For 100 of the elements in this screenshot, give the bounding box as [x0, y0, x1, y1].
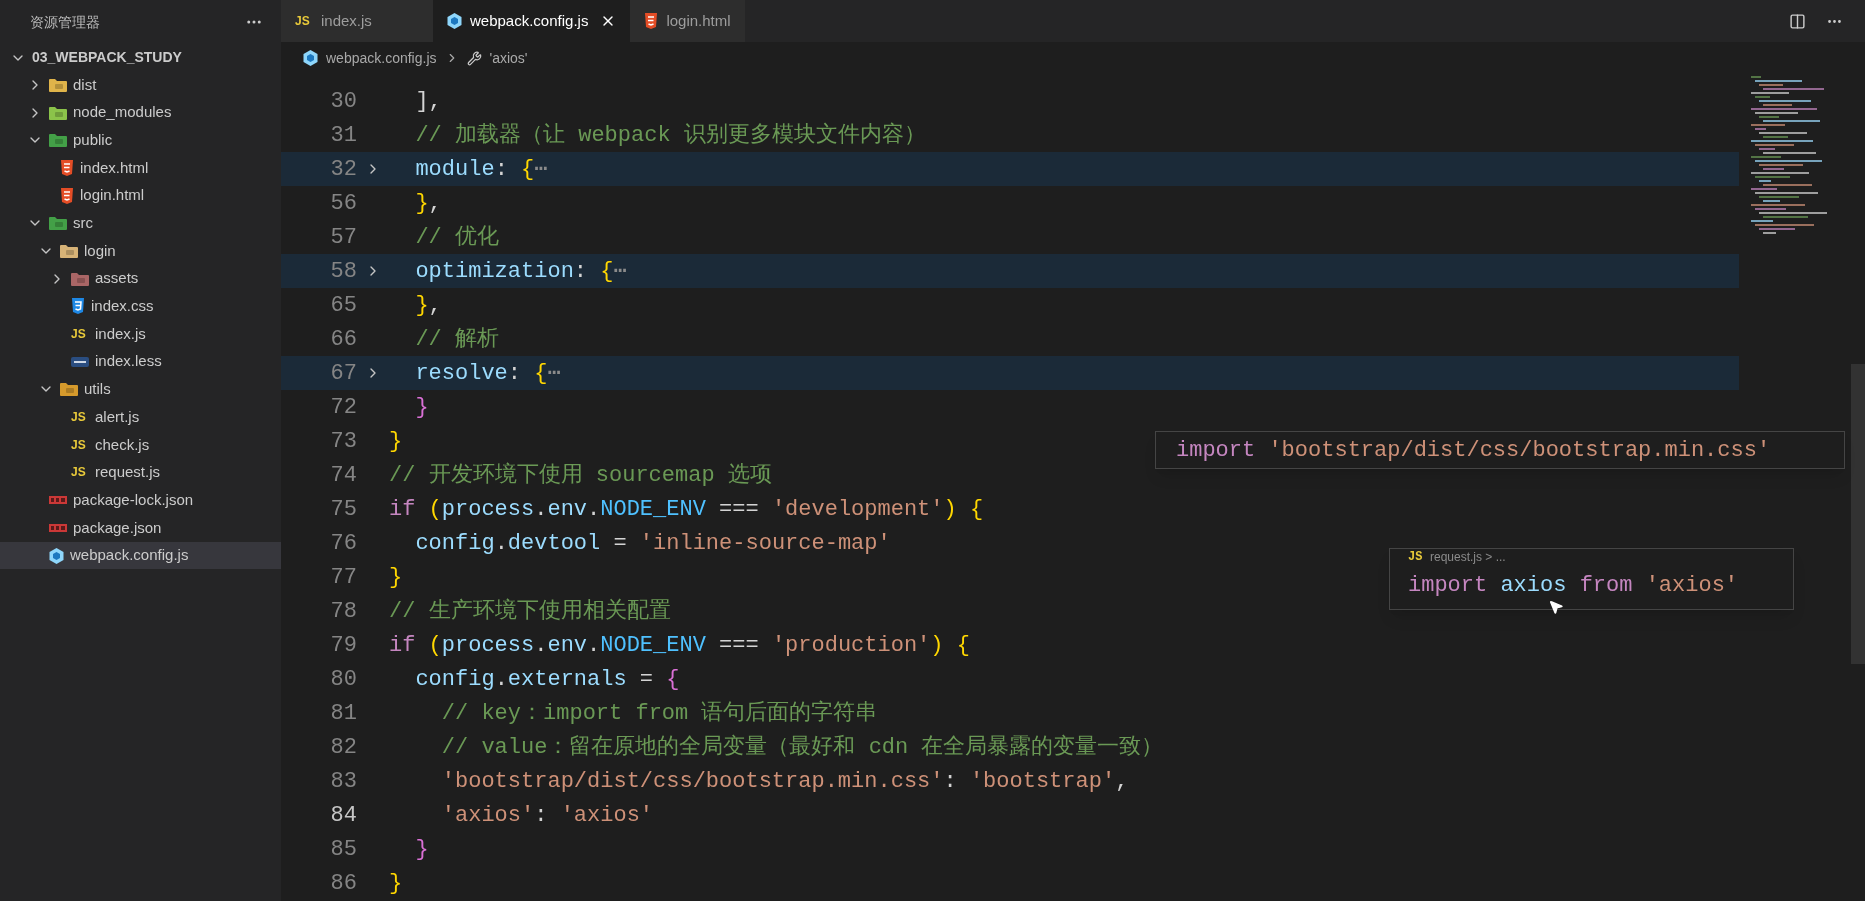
tree-item[interactable]: JS request.js: [0, 458, 281, 487]
js-file-icon: JS: [1408, 551, 1426, 563]
peek-header: request.js > ...: [1430, 549, 1506, 566]
code-line: }: [414, 835, 429, 864]
tree-item[interactable]: public: [0, 126, 281, 155]
hexagon-file-icon: [49, 547, 64, 564]
tree-item[interactable]: src: [0, 209, 281, 238]
js-file-icon: JS: [71, 411, 89, 424]
tree-item[interactable]: dist: [0, 71, 281, 99]
tree-item[interactable]: index.css: [0, 292, 281, 321]
tree-item-label: utils: [84, 379, 111, 400]
tree-item[interactable]: JS index.js: [0, 320, 281, 348]
tree-item[interactable]: package-lock.json: [0, 486, 281, 514]
code-line: // 解析: [414, 325, 499, 354]
code-line: ],: [414, 87, 442, 116]
tree-item-label: index.html: [80, 157, 149, 178]
js-file-icon: JS: [71, 466, 89, 479]
tree-item-label: assets: [95, 268, 139, 289]
wrench-icon: [466, 50, 482, 66]
code-line: import axios from 'axios': [1408, 574, 1739, 598]
js-file-icon: JS: [71, 438, 89, 451]
tree-item[interactable]: login: [0, 237, 281, 265]
explorer-title: 资源管理器: [30, 12, 100, 32]
line-number: 81: [329, 699, 357, 728]
html-file-icon: [60, 159, 74, 176]
folder-icon: [60, 243, 78, 258]
tree-item-label: index.css: [91, 296, 154, 317]
line-number: 86: [329, 869, 357, 898]
tree-item-label: package-lock.json: [73, 489, 194, 510]
line-number: 30: [329, 87, 357, 116]
line-number: 84: [329, 801, 357, 830]
line-number: 65: [329, 291, 357, 320]
tree-item[interactable]: 03_WEBPACK_STUDY: [0, 44, 281, 71]
line-number: 56: [329, 189, 357, 218]
npm-file-icon: [49, 523, 67, 532]
tree-item-label: src: [73, 213, 93, 234]
code-line: if (process.env.NODE_ENV === 'development') {: [389, 495, 984, 524]
tree-item-label: webpack.config.js: [70, 545, 189, 566]
editor-tab[interactable]: login.html: [630, 0, 745, 42]
code-line: 'axios': 'axios': [440, 801, 654, 830]
tree-item-label: node_modules: [73, 102, 172, 123]
line-number: 77: [329, 563, 357, 592]
mouse-cursor-icon: [1548, 599, 1564, 615]
line-number: 80: [329, 665, 357, 694]
tree-item-label: 03_WEBPACK_STUDY: [32, 48, 182, 67]
code-line: // 加载器（让 webpack 识别更多模块文件内容）: [414, 121, 926, 150]
breadcrumb-item[interactable]: webpack.config.js: [326, 47, 437, 69]
code-line: // 开发环境下使用 sourcemap 选项: [389, 461, 772, 490]
code-line: // value：留在原地的全局变量（最好和 cdn 在全局暴露的变量一致）: [440, 733, 1164, 762]
tree-item-label: login: [84, 240, 116, 261]
editor-tab[interactable]: webpack.config.js: [433, 0, 631, 42]
line-number: 57: [329, 223, 357, 252]
tree-item[interactable]: index.html: [0, 154, 281, 182]
hexagon-file-icon: [447, 13, 462, 29]
tree-item-label: public: [73, 129, 113, 150]
folder-icon: [49, 77, 67, 92]
code-line: }: [389, 563, 403, 592]
code-line: }: [389, 427, 403, 456]
line-number: 76: [329, 529, 357, 558]
code-line: },: [414, 189, 442, 218]
code-line: config.devtool = 'inline-source-map': [414, 529, 891, 558]
line-number: 75: [329, 495, 357, 524]
line-number: 72: [329, 393, 357, 422]
tree-item[interactable]: webpack.config.js: [0, 541, 281, 570]
html-file-icon: [644, 13, 659, 29]
tree-item[interactable]: JS alert.js: [0, 403, 281, 431]
line-number: 58: [329, 257, 357, 286]
breadcrumb-item[interactable]: 'axios': [489, 47, 528, 69]
tree-item-label: index.less: [95, 351, 162, 372]
js-file-icon: JS: [71, 328, 89, 341]
tree-item[interactable]: JS check.js: [0, 430, 281, 459]
folder-icon: [71, 271, 89, 286]
code-line: optimization: {⋯: [414, 257, 627, 286]
tree-item[interactable]: utils: [0, 375, 281, 404]
hexagon-file-icon: [303, 50, 318, 66]
tree-item[interactable]: login.html: [0, 181, 281, 210]
folder-icon: [49, 133, 67, 148]
line-number: 85: [329, 835, 357, 864]
less-file-icon: [71, 356, 89, 367]
code-line: resolve: {⋯: [414, 359, 561, 388]
tree-item-label: package.json: [73, 517, 162, 538]
tree-item[interactable]: package.json: [0, 514, 281, 542]
folder-icon: [49, 216, 67, 231]
code-line: config.externals = {: [414, 665, 680, 694]
tree-item[interactable]: index.less: [0, 347, 281, 376]
code-line: // 优化: [414, 223, 499, 252]
code-line: import 'bootstrap/dist/css/bootstrap.min.css': [1176, 436, 1771, 465]
tree-item[interactable]: assets: [0, 264, 281, 293]
folder-icon: [60, 382, 78, 397]
editor-tab[interactable]: JS index.js: [281, 0, 433, 42]
line-number: 83: [329, 767, 357, 796]
js-file-icon: JS: [295, 15, 313, 27]
code-line: }: [414, 393, 429, 422]
line-number: 66: [329, 325, 357, 354]
line-number: 74: [329, 461, 357, 490]
split-editor-icon[interactable]: [1789, 12, 1806, 30]
tree-item[interactable]: node_modules: [0, 98, 281, 127]
tree-item-label: index.js: [95, 323, 146, 344]
tree-item-label: alert.js: [95, 406, 140, 427]
line-number: 73: [329, 427, 357, 456]
